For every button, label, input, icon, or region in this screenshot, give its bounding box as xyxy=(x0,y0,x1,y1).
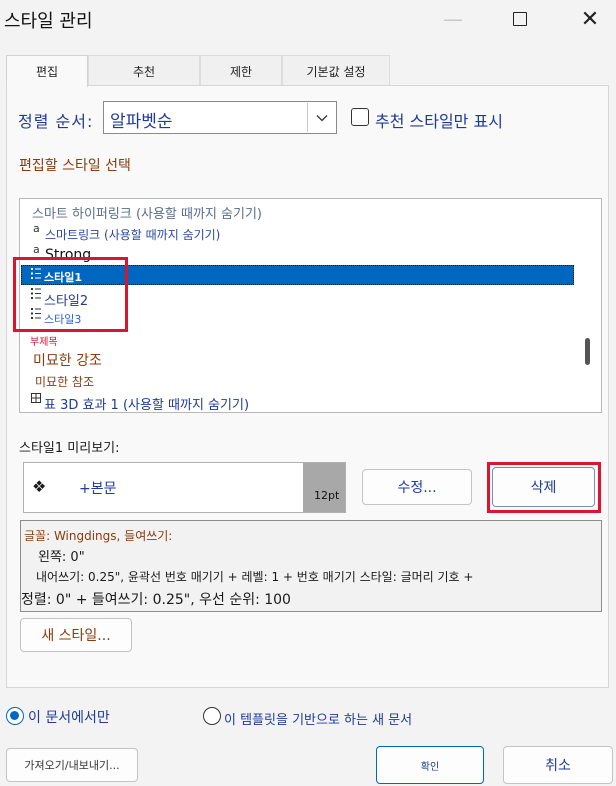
list-item[interactable]: 표 3D 효과 1 (사용할 때까지 숨기기) xyxy=(44,394,249,413)
list-item[interactable]: 스마트링크 (사용할 때까지 숨기기) xyxy=(45,226,220,243)
chevron-down-icon[interactable] xyxy=(307,103,335,132)
maximize-icon xyxy=(513,12,527,26)
select-style-label: 편집할 스타일 선택 xyxy=(19,158,131,174)
close-button[interactable]: ✕ xyxy=(559,0,616,38)
tab-edit[interactable]: 편집 xyxy=(6,55,88,87)
radio-this-document[interactable] xyxy=(6,707,24,725)
list-item[interactable]: 미묘한 참조 xyxy=(35,373,94,390)
list-scrollbar-thumb[interactable] xyxy=(585,338,590,365)
description-line: 글꼴: Wingdings, 들여쓰기: xyxy=(24,529,173,543)
radio-new-documents[interactable] xyxy=(203,707,221,725)
description-line: 왼쪽: 0" xyxy=(38,550,85,565)
preview-label: 스타일1 미리보기: xyxy=(19,441,120,456)
highlight-box xyxy=(13,257,128,332)
list-item[interactable]: 부제목 xyxy=(30,333,58,348)
preview-font-size: 12pt xyxy=(314,489,340,502)
char-style-icon: a xyxy=(33,222,40,235)
list-item[interactable]: 스마트 하이퍼링크 (사용할 때까지 숨기기) xyxy=(32,203,262,222)
maximize-button[interactable] xyxy=(489,0,551,38)
preview-size-area xyxy=(303,463,345,512)
style-preview xyxy=(23,462,346,513)
recommended-only-checkbox[interactable] xyxy=(351,108,369,126)
list-scrollbar[interactable] xyxy=(576,199,601,412)
modify-button[interactable]: 수정... xyxy=(362,469,472,505)
bullet-symbol-icon: ❖ xyxy=(32,477,47,496)
list-item[interactable]: 미묘한 강조 xyxy=(33,350,102,370)
window-title: 스타일 관리 xyxy=(4,11,93,32)
cancel-button[interactable]: 취소 xyxy=(503,746,613,784)
tab-restrict[interactable]: 제한 xyxy=(200,55,282,86)
minimize-icon: — xyxy=(443,7,463,31)
preview-text: +본문 xyxy=(79,481,117,497)
close-icon: ✕ xyxy=(580,6,600,32)
minimize-button[interactable]: — xyxy=(422,0,484,38)
tab-set-defaults[interactable]: 기본값 설정 xyxy=(282,55,390,86)
sort-order-value: 알파벳순 xyxy=(110,112,173,132)
ok-button[interactable]: 확인 xyxy=(376,746,484,784)
tab-recommend[interactable]: 추천 xyxy=(88,55,200,86)
char-style-icon: a xyxy=(33,243,40,256)
radio-this-document-label: 이 문서에서만 xyxy=(28,710,110,726)
highlight-box xyxy=(487,462,601,513)
table-style-icon xyxy=(31,393,41,403)
radio-new-documents-label: 이 템플릿을 기반으로 하는 새 문서 xyxy=(224,713,413,728)
sort-order-label: 정렬 순서: xyxy=(18,112,94,131)
import-export-button[interactable]: 가져오기/내보내기... xyxy=(6,748,138,782)
description-line: 정렬: 0" + 들여쓰기: 0.25", 우선 순위: 100 xyxy=(21,592,291,608)
recommended-only-label: 추천 스타일만 표시 xyxy=(375,112,503,131)
new-style-button[interactable]: 새 스타일... xyxy=(20,618,132,652)
description-line: 내어쓰기: 0.25", 윤곽선 번호 매기기 + 레벨: 1 + 번호 매기기… xyxy=(36,570,474,584)
